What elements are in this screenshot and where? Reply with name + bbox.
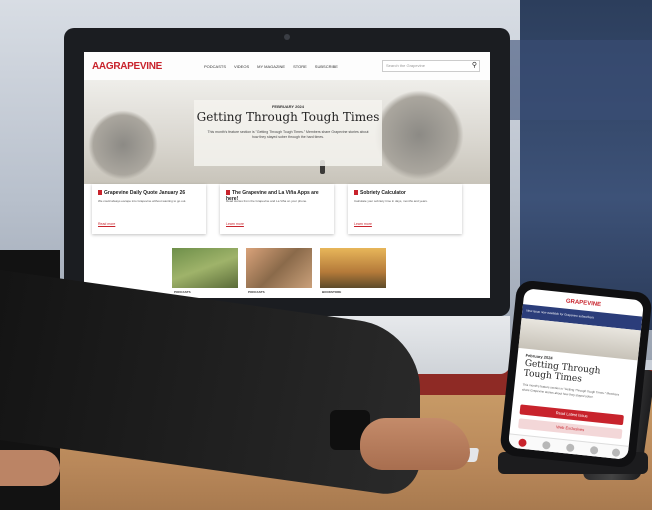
nav-item-podcasts[interactable]: PODCASTS bbox=[204, 64, 226, 69]
grapevine-mark-icon bbox=[98, 190, 102, 196]
library-tab-icon[interactable] bbox=[541, 440, 551, 450]
office-scene: AAGRAPEVINE PODCASTS VIDEOS MY MAGAZINE … bbox=[0, 0, 652, 510]
search-tab-icon[interactable] bbox=[565, 443, 575, 453]
bookmark-tab-icon[interactable] bbox=[589, 445, 599, 455]
site-header: AAGRAPEVINE PODCASTS VIDEOS MY MAGAZINE … bbox=[84, 52, 490, 80]
hero-date: FEBRUARY 2024 bbox=[271, 104, 304, 109]
nav-item-my-magazine[interactable]: MY MAGAZINE bbox=[257, 64, 285, 69]
card-daily-quote[interactable]: Grapevine Daily Quote January 26 We coul… bbox=[92, 184, 206, 234]
hero-card: FEBRUARY 2024 Getting Through Tough Time… bbox=[194, 100, 382, 166]
app-banner-text: New issue now available for Grapevine su… bbox=[526, 308, 595, 320]
person-left-hand bbox=[0, 450, 60, 486]
nav-item-videos[interactable]: VIDEOS bbox=[234, 64, 249, 69]
hero-description: This month's feature section is "Getting… bbox=[207, 130, 369, 139]
thumbnail-garden[interactable]: PODCASTS bbox=[172, 248, 238, 298]
person-hand bbox=[360, 418, 470, 470]
hero-title[interactable]: Getting Through Tough Times bbox=[194, 110, 382, 124]
landscape-image bbox=[320, 248, 386, 288]
thumbnail-label: BOOKSTORE bbox=[322, 290, 342, 294]
calculator-icon bbox=[354, 190, 358, 196]
feature-cards: Grapevine Daily Quote January 26 We coul… bbox=[92, 184, 482, 236]
tree-left bbox=[88, 110, 158, 180]
card-link[interactable]: Read more bbox=[98, 222, 115, 226]
smartphone: GRAPEVINE New issue now available for Gr… bbox=[499, 279, 652, 469]
phone-screen: GRAPEVINE New issue now available for Gr… bbox=[507, 288, 645, 460]
background-panel bbox=[508, 40, 652, 120]
card-body: We could always escape into Grapevine wi… bbox=[98, 199, 187, 203]
search-icon[interactable]: ⚲ bbox=[472, 61, 477, 69]
site-logo[interactable]: AAGRAPEVINE bbox=[92, 61, 162, 72]
card-sobriety-calculator[interactable]: Sobriety Calculator Calculate your sobri… bbox=[348, 184, 462, 234]
nav-item-subscribe[interactable]: SUBSCRIBE bbox=[315, 64, 338, 69]
search-placeholder: Search the Grapevine bbox=[386, 63, 425, 68]
thumbnail-label: PODCASTS bbox=[174, 290, 191, 294]
site-nav: PODCASTS VIDEOS MY MAGAZINE STORE SUBSCR… bbox=[204, 64, 338, 69]
card-link[interactable]: Learn more bbox=[354, 222, 372, 226]
hero-banner: FEBRUARY 2024 Getting Through Tough Time… bbox=[84, 80, 490, 184]
portrait-image bbox=[246, 248, 312, 288]
card-body: Calculate your sobriety time in days, mo… bbox=[354, 199, 428, 203]
thumbnail-portrait[interactable]: PODCASTS bbox=[246, 248, 312, 298]
card-title: Grapevine Daily Quote January 26 bbox=[98, 190, 204, 196]
monitor-screen: AAGRAPEVINE PODCASTS VIDEOS MY MAGAZINE … bbox=[84, 52, 490, 298]
tree-right bbox=[374, 90, 464, 180]
card-apps[interactable]: The Grapevine and La Viña Apps are here!… bbox=[220, 184, 334, 234]
nav-item-store[interactable]: STORE bbox=[293, 64, 307, 69]
card-title: Sobriety Calculator bbox=[354, 190, 460, 196]
thumbnail-landscape[interactable]: BOOKSTORE bbox=[320, 248, 386, 298]
garden-image bbox=[172, 248, 238, 288]
search-input[interactable]: Search the Grapevine ⚲ bbox=[382, 60, 480, 72]
thumbnail-label: PODCASTS bbox=[248, 290, 265, 294]
phone-mark-icon bbox=[226, 190, 230, 196]
card-link[interactable]: Learn more bbox=[226, 222, 244, 226]
card-body: Read stories from the Grapevine and La V… bbox=[226, 199, 307, 203]
webcam-icon bbox=[284, 34, 290, 40]
thumbnail-row: PODCASTS PODCASTS BOOKSTORE bbox=[172, 248, 392, 298]
home-tab-icon[interactable] bbox=[518, 438, 527, 448]
more-tab-icon[interactable] bbox=[611, 448, 621, 458]
